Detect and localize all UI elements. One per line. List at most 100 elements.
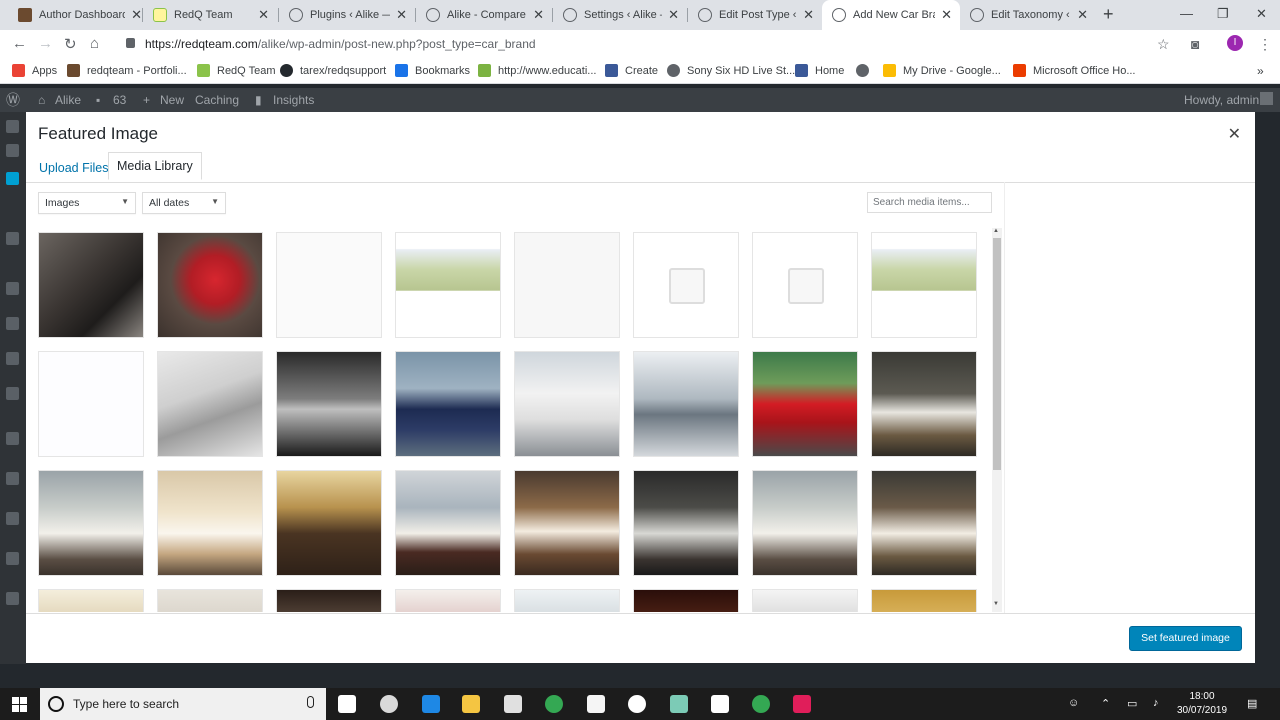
media-thumbnail-hotel-room[interactable] [871,589,977,612]
media-thumbnail-hotel-room[interactable] [514,470,620,576]
browser-tab-active[interactable]: Add New Car Bran ✕ [822,0,960,30]
menu-item-icon[interactable] [6,552,19,565]
home-icon[interactable]: ⌂ [90,35,99,52]
media-thumbnail-hotel-room[interactable] [514,589,620,612]
bookmark-item[interactable]: http://www.educati... [478,64,596,77]
media-type-select[interactable]: Images ▼ [38,192,136,214]
microphone-icon[interactable] [307,696,314,708]
bookmark-star-icon[interactable]: ☆ [1157,36,1170,53]
site-name-link[interactable]: Alike [55,93,81,107]
bookmark-item[interactable]: Home [795,64,844,77]
bookmark-apps[interactable]: Apps [12,64,57,77]
tools-icon[interactable] [6,472,19,485]
back-arrow-icon[interactable]: ← [12,35,27,52]
wordpress-logo-icon[interactable]: Ⓦ [6,90,20,110]
bookmark-item[interactable] [856,64,876,77]
media-thumbnail-hotel-room[interactable] [871,470,977,576]
browser-tab[interactable]: Plugins ‹ Alike — W ✕ [279,0,415,30]
media-thumbnail-blank-screenshot[interactable] [514,232,620,338]
window-close-icon[interactable]: ✕ [1256,6,1267,22]
bookmark-item[interactable]: Create [605,64,658,77]
taskbar-search-box[interactable]: Type here to search [40,688,326,720]
insights-link[interactable]: Insights [273,93,314,107]
close-icon[interactable]: ✕ [1228,124,1241,144]
tab-close-icon[interactable]: ✕ [396,7,407,23]
notifications-icon[interactable]: ▤ [1247,697,1257,710]
media-thumbnail-bmw-i8[interactable] [633,351,739,457]
media-thumbnail-placeholder[interactable] [752,232,858,338]
new-tab-plus-icon[interactable]: + [1103,4,1114,25]
obs-icon[interactable] [380,695,398,713]
forward-arrow-icon[interactable]: → [38,35,53,52]
tab-close-icon[interactable]: ✕ [533,7,544,23]
media-icon[interactable] [6,232,19,245]
media-thumbnail-hotel-room[interactable] [752,589,858,612]
media-thumbnail-hotel-room[interactable] [395,589,501,612]
comments-icon[interactable] [6,317,19,330]
user-avatar[interactable] [1260,92,1273,105]
media-thumbnail-hotel-room[interactable] [633,470,739,576]
browser-tab[interactable]: Edit Post Type ‹ Ali ✕ [688,0,822,30]
new-content-link[interactable]: New [160,93,184,107]
media-thumbnail-hotel-room[interactable] [38,470,144,576]
browser-tab[interactable]: RedQ Team ✕ [143,0,277,30]
bookmark-item[interactable]: redqteam - Portfoli... [67,64,187,77]
media-thumbnail-restaurant[interactable] [633,589,739,612]
scrollbar-thumb[interactable] [993,238,1001,470]
windows-start-icon[interactable] [12,697,27,712]
tab-close-icon[interactable]: ✕ [258,7,269,23]
media-thumbnail-hotel-room[interactable] [276,470,382,576]
bookmark-item[interactable]: My Drive - Google... [883,64,1001,77]
tab-close-icon[interactable]: ✕ [941,7,952,23]
task-view-icon[interactable] [338,695,356,713]
media-thumbnail-placeholder[interactable] [633,232,739,338]
address-bar[interactable]: https://redqteam.com/alike/wp-admin/post… [145,37,536,51]
media-thumbnail-landscape-screenshot[interactable] [395,232,501,338]
set-featured-image-button[interactable]: Set featured image [1129,626,1242,651]
app-green-icon[interactable] [670,695,688,713]
profile-avatar[interactable]: I [1227,35,1243,51]
system-clock[interactable]: 18:00 30/07/2019 [1177,690,1227,718]
media-thumbnail-motorcycle[interactable] [38,232,144,338]
mail-icon[interactable] [711,695,729,713]
media-thumbnail-admin-screenshot[interactable] [38,351,144,457]
plugins-icon[interactable] [6,387,19,400]
bookmark-item[interactable]: tarex/redqsupport [280,64,386,77]
date-filter-select[interactable]: All dates ▼ [142,192,226,214]
file-explorer-icon[interactable] [462,695,480,713]
media-thumbnail-audi-dark[interactable] [276,351,382,457]
slack-icon[interactable] [793,695,811,713]
bookmark-item[interactable]: RedQ Team [197,64,276,77]
bookmark-item[interactable]: Sony Six HD Live St... [667,64,795,77]
tab-upload-files[interactable]: Upload Files [36,159,111,177]
scroll-down-icon[interactable]: ▼ [993,601,999,607]
browser-tab[interactable]: Edit Taxonomy ‹ Ali ✕ [960,0,1096,30]
browser-tab[interactable]: Author Dashboard ✕ [8,0,150,30]
tab-close-icon[interactable]: ✕ [668,7,679,23]
comments-count[interactable]: 63 [113,93,126,107]
volume-icon[interactable]: ♪ [1153,697,1159,709]
tab-close-icon[interactable]: ✕ [1077,7,1088,23]
settings-icon[interactable] [6,512,19,525]
chrome-icon[interactable] [545,695,563,713]
media-thumbnail-doc-screenshot[interactable] [276,232,382,338]
media-thumbnail-hotel-room[interactable] [752,470,858,576]
minimize-icon[interactable]: — [1180,6,1193,21]
maximize-icon[interactable]: ❐ [1217,6,1229,22]
camera-icon[interactable] [504,695,522,713]
dashboard-icon[interactable] [6,120,19,133]
chevron-up-icon[interactable]: ⌃ [1101,697,1110,710]
battery-icon[interactable]: ▭ [1127,697,1137,710]
media-thumbnail-landscape-screenshot[interactable] [871,232,977,338]
media-thumbnail-red-scooter[interactable] [157,232,263,338]
media-thumbnail-silver-audi[interactable] [157,351,263,457]
tab-close-icon[interactable]: ✕ [803,7,814,23]
chrome-badge-icon[interactable] [752,695,770,713]
media-thumbnail-hotel-room[interactable] [871,351,977,457]
caching-link[interactable]: Caching [195,93,239,107]
media-thumbnail-red-ferrari[interactable] [752,351,858,457]
chevron-right-icon[interactable]: » [1257,64,1264,78]
media-thumbnail-hotel-room[interactable] [276,589,382,612]
people-icon[interactable]: ☺ [1068,697,1079,709]
reload-icon[interactable]: ↻ [64,35,77,53]
